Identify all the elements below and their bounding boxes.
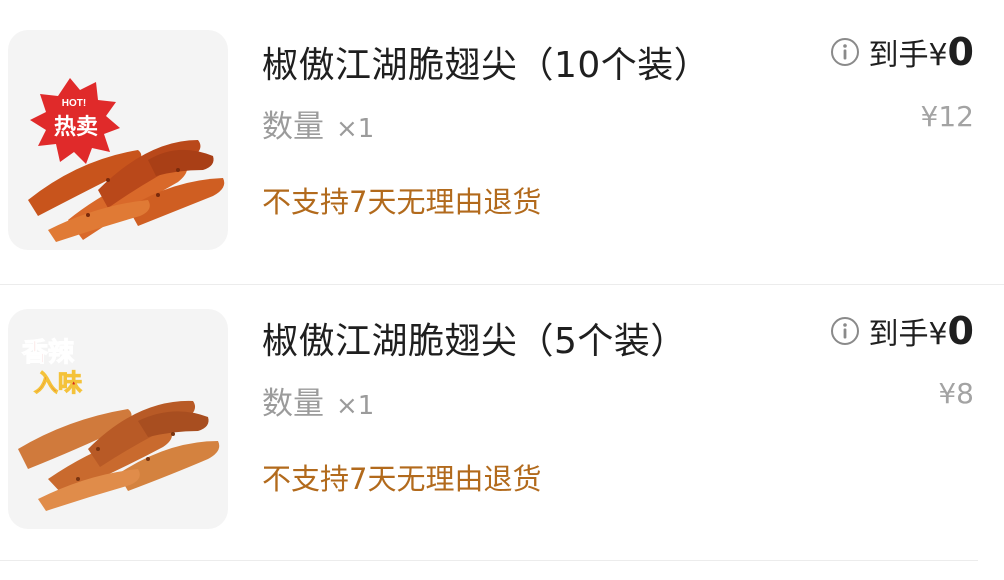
order-item[interactable]: HOT! 热卖 椒傲江湖脆翅尖（10个装） 数量 ×1 不支持7天无理由退货 到… — [0, 0, 1004, 282]
original-price: ¥8 — [938, 377, 974, 410]
return-policy-note: 不支持7天无理由退货 — [262, 185, 542, 219]
quantity: 数量 ×1 — [262, 378, 374, 423]
order-item-list: HOT! 热卖 椒傲江湖脆翅尖（10个装） 数量 ×1 不支持7天无理由退货 到… — [0, 0, 1004, 580]
spicy-badge-line1: 香辣 — [22, 337, 75, 368]
info-icon[interactable] — [830, 316, 860, 346]
product-image[interactable]: HOT! 热卖 — [8, 30, 228, 250]
quantity-value: ×1 — [336, 391, 375, 421]
hot-badge-top: HOT! — [62, 98, 86, 109]
product-title: 椒傲江湖脆翅尖（5个装） — [262, 321, 687, 362]
quantity-value: ×1 — [336, 114, 375, 144]
final-price: 到手 ¥0 — [830, 30, 974, 74]
wings-picture: 香辣 入味 — [18, 337, 220, 511]
divider — [0, 560, 978, 561]
spicy-badge-line2: 入味 — [34, 369, 82, 397]
original-price: ¥12 — [920, 100, 974, 133]
final-price-label: 到手 — [868, 317, 929, 352]
info-icon[interactable] — [830, 37, 860, 67]
final-price: 到手 ¥0 — [830, 309, 974, 353]
final-price-label: 到手 — [868, 38, 929, 73]
product-title: 椒傲江湖脆翅尖（10个装） — [262, 45, 711, 86]
wings-picture: HOT! 热卖 — [28, 78, 225, 242]
final-price-amount: 0 — [947, 309, 974, 353]
quantity-label: 数量 — [262, 386, 324, 422]
wing-pile — [28, 140, 225, 242]
final-price-currency: ¥ — [928, 38, 948, 73]
final-price-currency: ¥ — [928, 317, 948, 352]
quantity: 数量 ×1 — [262, 101, 374, 146]
hot-badge-text: 热卖 — [54, 114, 98, 140]
wing-pile — [18, 400, 220, 511]
quantity-label: 数量 — [262, 109, 324, 145]
final-price-amount: 0 — [947, 30, 974, 74]
return-policy-note: 不支持7天无理由退货 — [262, 462, 542, 496]
order-item[interactable]: 香辣 入味 椒傲江湖脆翅尖（5个装） 数量 ×1 不支持7天无理由退货 到手 ¥… — [0, 282, 1004, 564]
product-image[interactable]: 香辣 入味 — [8, 309, 228, 529]
